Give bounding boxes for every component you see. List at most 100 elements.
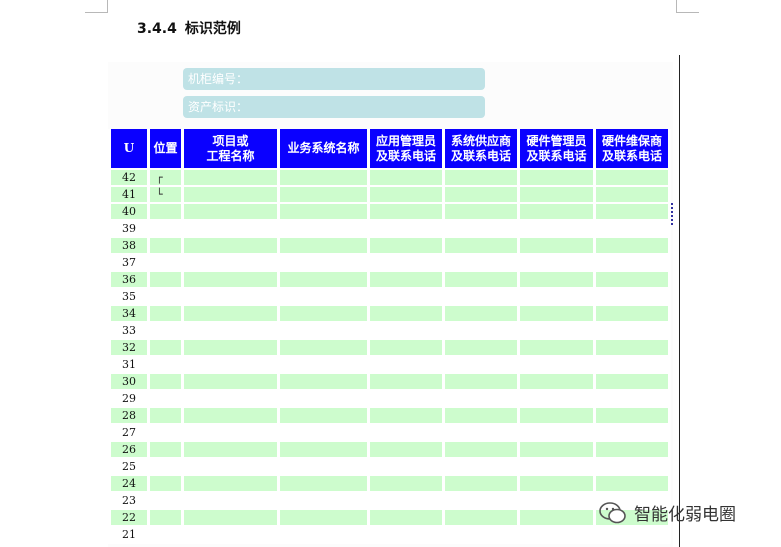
table-row: 27 bbox=[111, 425, 668, 442]
blank-cell bbox=[596, 255, 668, 272]
header-project-name: 项目或 工程名称 bbox=[184, 129, 277, 170]
blank-cell bbox=[445, 204, 517, 221]
table-row: 41 └ bbox=[111, 187, 668, 204]
header-system-vendor: 系统供应商 及联系电话 bbox=[445, 129, 517, 170]
position-cell bbox=[150, 306, 181, 323]
blank-cell bbox=[280, 204, 367, 221]
blank-cell bbox=[280, 425, 367, 442]
blank-cell bbox=[445, 289, 517, 306]
blank-cell bbox=[280, 187, 367, 204]
blank-cell bbox=[280, 374, 367, 391]
cabinet-label-table: U 位置 项目或 工程名称 业务系统名称 应用管理员 及联系电话 系统供应商 及… bbox=[108, 129, 671, 544]
table-row: 31 bbox=[111, 357, 668, 374]
position-cell bbox=[150, 476, 181, 493]
table-row: 22 bbox=[111, 510, 668, 527]
blank-cell bbox=[520, 374, 593, 391]
blank-cell bbox=[370, 238, 442, 255]
blank-cell bbox=[184, 170, 277, 187]
table-header-row: U 位置 项目或 工程名称 业务系统名称 应用管理员 及联系电话 系统供应商 及… bbox=[111, 129, 668, 170]
section-number: 3.4.4 bbox=[137, 21, 177, 37]
blank-cell bbox=[596, 221, 668, 238]
position-cell: └ bbox=[150, 187, 181, 204]
blank-cell bbox=[520, 187, 593, 204]
blank-cell bbox=[280, 510, 367, 527]
position-cell bbox=[150, 255, 181, 272]
blank-cell bbox=[596, 289, 668, 306]
blank-cell bbox=[370, 340, 442, 357]
blank-cell bbox=[445, 357, 517, 374]
position-cell bbox=[150, 289, 181, 306]
blank-cell bbox=[520, 323, 593, 340]
blank-cell bbox=[445, 391, 517, 408]
position-cell bbox=[150, 204, 181, 221]
u-number-cell: 31 bbox=[111, 357, 147, 374]
position-cell bbox=[150, 510, 181, 527]
blank-cell bbox=[280, 357, 367, 374]
table-row: 25 bbox=[111, 459, 668, 476]
blank-cell bbox=[280, 340, 367, 357]
blank-cell bbox=[520, 510, 593, 527]
u-number-cell: 25 bbox=[111, 459, 147, 476]
blank-cell bbox=[520, 493, 593, 510]
blank-cell bbox=[280, 408, 367, 425]
position-cell bbox=[150, 374, 181, 391]
blank-cell bbox=[370, 204, 442, 221]
cabinet-number-field: 机柜编号： bbox=[183, 68, 485, 90]
blank-cell bbox=[520, 408, 593, 425]
blank-cell bbox=[520, 221, 593, 238]
u-number-cell: 32 bbox=[111, 340, 147, 357]
header-hardware-admin: 硬件管理员 及联系电话 bbox=[520, 129, 593, 170]
blank-cell bbox=[184, 255, 277, 272]
position-cell bbox=[150, 408, 181, 425]
blank-cell bbox=[370, 527, 442, 544]
section-title: 标识范例 bbox=[184, 21, 241, 37]
header-hardware-maintainer: 硬件维保商 及联系电话 bbox=[596, 129, 668, 170]
blank-cell bbox=[184, 510, 277, 527]
header-app-admin: 应用管理员 及联系电话 bbox=[370, 129, 442, 170]
blank-cell bbox=[184, 272, 277, 289]
table-row: 29 bbox=[111, 391, 668, 408]
blank-cell bbox=[370, 187, 442, 204]
position-cell bbox=[150, 272, 181, 289]
blank-cell bbox=[280, 289, 367, 306]
table-row: 36 bbox=[111, 272, 668, 289]
blank-cell bbox=[596, 476, 668, 493]
blank-cell bbox=[445, 374, 517, 391]
blank-cell bbox=[520, 306, 593, 323]
u-number-cell: 24 bbox=[111, 476, 147, 493]
table-row: 21 bbox=[111, 527, 668, 544]
blank-cell bbox=[280, 255, 367, 272]
blank-cell bbox=[520, 442, 593, 459]
blank-cell bbox=[280, 527, 367, 544]
blank-cell bbox=[520, 272, 593, 289]
blank-cell bbox=[596, 187, 668, 204]
blank-cell bbox=[596, 170, 668, 187]
table-row: 37 bbox=[111, 255, 668, 272]
blank-cell bbox=[370, 510, 442, 527]
blank-cell bbox=[370, 476, 442, 493]
blank-cell bbox=[596, 442, 668, 459]
blank-cell bbox=[184, 391, 277, 408]
u-number-cell: 23 bbox=[111, 493, 147, 510]
position-cell bbox=[150, 357, 181, 374]
table-row: 32 bbox=[111, 340, 668, 357]
table-row: 24 bbox=[111, 476, 668, 493]
blank-cell bbox=[370, 493, 442, 510]
u-number-cell: 28 bbox=[111, 408, 147, 425]
table-row: 35 bbox=[111, 289, 668, 306]
blank-cell bbox=[445, 306, 517, 323]
position-cell bbox=[150, 340, 181, 357]
blank-cell bbox=[370, 289, 442, 306]
blank-cell bbox=[445, 459, 517, 476]
blank-cell bbox=[370, 272, 442, 289]
blank-cell bbox=[520, 425, 593, 442]
u-number-cell: 38 bbox=[111, 238, 147, 255]
blank-cell bbox=[280, 306, 367, 323]
u-number-cell: 36 bbox=[111, 272, 147, 289]
blank-cell bbox=[184, 238, 277, 255]
table-row: 40 bbox=[111, 204, 668, 221]
blank-cell bbox=[370, 221, 442, 238]
table-row: 42 ┌ bbox=[111, 170, 668, 187]
blank-cell bbox=[520, 476, 593, 493]
blank-cell bbox=[184, 340, 277, 357]
